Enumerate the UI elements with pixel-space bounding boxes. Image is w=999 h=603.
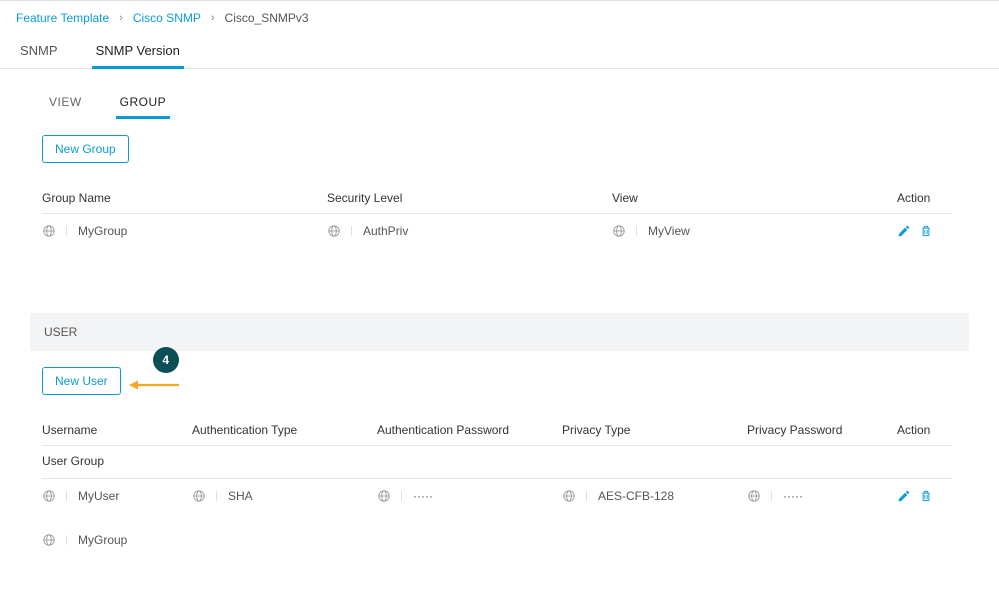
delete-icon[interactable] xyxy=(919,489,933,503)
username-value: MyUser xyxy=(78,489,119,503)
group-name-value: MyGroup xyxy=(78,224,127,238)
col-user-group: User Group xyxy=(42,446,952,479)
col-action: Action xyxy=(897,423,952,437)
new-group-button[interactable]: New Group xyxy=(42,135,129,163)
chevron-right-icon: › xyxy=(211,12,215,24)
col-privacy-type: Privacy Type xyxy=(562,423,747,437)
subtab-view[interactable]: VIEW xyxy=(45,87,86,119)
globe-icon xyxy=(192,489,206,503)
globe-icon xyxy=(747,489,761,503)
group-table: Group Name Security Level View Action My… xyxy=(42,191,952,248)
privacy-password-value: ····· xyxy=(783,489,803,503)
table-row: MyUser SHA ····· AES-CFB-128 ····· xyxy=(42,479,952,513)
tab-snmp[interactable]: SNMP xyxy=(16,35,62,68)
globe-icon xyxy=(562,489,576,503)
security-level-value: AuthPriv xyxy=(363,224,408,238)
user-table: Username Authentication Type Authenticat… xyxy=(42,423,952,557)
col-security-level: Security Level xyxy=(327,191,612,205)
globe-icon xyxy=(42,224,56,238)
breadcrumb-feature-template[interactable]: Feature Template xyxy=(16,11,109,25)
col-privacy-password: Privacy Password xyxy=(747,423,897,437)
step-badge: 4 xyxy=(153,347,179,373)
globe-icon xyxy=(612,224,626,238)
privacy-type-value: AES-CFB-128 xyxy=(598,489,674,503)
delete-icon[interactable] xyxy=(919,224,933,238)
new-user-button[interactable]: New User xyxy=(42,367,121,395)
edit-icon[interactable] xyxy=(897,224,911,238)
tab-snmp-version[interactable]: SNMP Version xyxy=(92,35,184,68)
col-auth-password: Authentication Password xyxy=(377,423,562,437)
globe-icon xyxy=(42,489,56,503)
table-row: MyGroup xyxy=(42,523,952,557)
col-auth-type: Authentication Type xyxy=(192,423,377,437)
arrow-left-icon xyxy=(129,379,179,391)
auth-type-value: SHA xyxy=(228,489,253,503)
col-group-name: Group Name xyxy=(42,191,327,205)
globe-icon xyxy=(42,533,56,547)
main-tabs: SNMP SNMP Version xyxy=(0,35,999,69)
breadcrumb-cisco-snmp[interactable]: Cisco SNMP xyxy=(133,11,201,25)
col-username: Username xyxy=(42,423,192,437)
table-row: MyGroup AuthPriv MyView xyxy=(42,214,952,248)
view-value: MyView xyxy=(648,224,690,238)
chevron-right-icon: › xyxy=(119,12,123,24)
globe-icon xyxy=(327,224,341,238)
user-section-header: USER xyxy=(30,313,969,351)
col-view: View xyxy=(612,191,897,205)
sub-tabs: VIEW GROUP xyxy=(30,69,969,119)
subtab-group[interactable]: GROUP xyxy=(116,87,171,119)
col-action: Action xyxy=(897,191,952,205)
user-group-value: MyGroup xyxy=(78,533,127,547)
auth-password-value: ····· xyxy=(413,489,433,503)
breadcrumb: Feature Template › Cisco SNMP › Cisco_SN… xyxy=(0,1,999,35)
edit-icon[interactable] xyxy=(897,489,911,503)
globe-icon xyxy=(377,489,391,503)
breadcrumb-current: Cisco_SNMPv3 xyxy=(225,11,309,25)
